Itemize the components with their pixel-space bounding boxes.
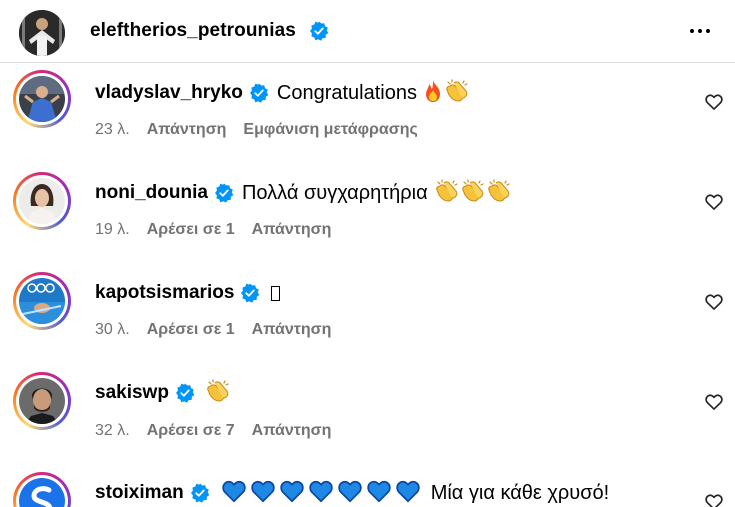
comment-emojis bbox=[271, 285, 281, 301]
clapping-hands-emoji bbox=[487, 178, 512, 208]
comment-item: kapotsismarios 30 λ. Αρέσει σε 1 Απάντησ… bbox=[0, 265, 735, 365]
commenter-username[interactable]: vladyslav_hryko bbox=[95, 82, 243, 104]
comment-body: stoiximan Μία για κάθε χρυσό! bbox=[95, 480, 609, 506]
commenter-username[interactable]: noni_dounia bbox=[95, 182, 208, 204]
likes-count-button[interactable]: Αρέσει σε 1 bbox=[147, 321, 235, 339]
missing-glyph-box bbox=[271, 285, 281, 301]
clapping-hands-emoji bbox=[206, 378, 231, 408]
fire-emoji bbox=[422, 79, 444, 108]
commenter-avatar[interactable] bbox=[13, 172, 71, 230]
blue-heart-emoji bbox=[395, 479, 421, 507]
reply-button[interactable]: Απάντηση bbox=[147, 121, 227, 139]
likes-count-button[interactable]: Αρέσει σε 1 bbox=[147, 221, 235, 239]
heart-outline-icon[interactable] bbox=[704, 392, 724, 412]
heart-outline-icon[interactable] bbox=[704, 92, 724, 112]
more-options-icon[interactable] bbox=[680, 18, 720, 44]
comment-emojis bbox=[206, 378, 231, 408]
commenter-avatar[interactable] bbox=[13, 272, 71, 330]
clapping-hands-emoji bbox=[461, 178, 486, 208]
commenter-avatar[interactable] bbox=[13, 472, 71, 507]
commenter-avatar[interactable] bbox=[13, 70, 71, 128]
heart-outline-icon[interactable] bbox=[704, 192, 724, 212]
comment-time: 32 λ. bbox=[95, 422, 130, 439]
comment-item: vladyslav_hryko Congratulations 23 λ. Απ… bbox=[0, 65, 735, 165]
author-username[interactable]: eleftherios_petrounias bbox=[90, 20, 296, 42]
commenter-username[interactable]: sakiswp bbox=[95, 382, 169, 404]
comment-text: Μία για κάθε χρυσό! bbox=[430, 481, 610, 504]
heart-outline-icon[interactable] bbox=[704, 492, 724, 507]
post-header: eleftherios_petrounias bbox=[0, 0, 735, 63]
commenter-username[interactable]: stoiximan bbox=[95, 482, 184, 504]
verified-badge-icon bbox=[190, 483, 210, 503]
comment-meta: 30 λ. Αρέσει σε 1 Απάντηση bbox=[95, 320, 348, 340]
blue-heart-emoji bbox=[279, 479, 305, 507]
blue-heart-emoji bbox=[366, 479, 392, 507]
verified-badge-icon bbox=[249, 83, 269, 103]
comment-meta: 19 λ. Αρέσει σε 1 Απάντηση bbox=[95, 220, 348, 240]
comment-body: noni_dounia Πολλά συγχαρητήρια bbox=[95, 178, 512, 208]
comment-time: 19 λ. bbox=[95, 221, 130, 238]
blue-heart-emoji bbox=[221, 479, 247, 507]
comments-panel: eleftherios_petrounias vladyslav_hryko C… bbox=[0, 0, 735, 507]
comment-time: 30 λ. bbox=[95, 321, 130, 338]
author-avatar[interactable] bbox=[19, 10, 65, 56]
comment-meta: 23 λ. Απάντηση Εμφάνιση μετάφρασης bbox=[95, 120, 435, 140]
comment-item: stoiximan Μία για κάθε χρυσό! bbox=[0, 465, 735, 507]
commenter-avatar[interactable] bbox=[13, 372, 71, 430]
clapping-hands-emoji bbox=[435, 178, 460, 208]
reply-button[interactable]: Απάντηση bbox=[252, 221, 332, 239]
see-translation-button[interactable]: Εμφάνιση μετάφρασης bbox=[243, 121, 417, 139]
comment-item: noni_dounia Πολλά συγχαρητήρια 19 λ. Αρέ… bbox=[0, 165, 735, 265]
comment-item: sakiswp 32 λ. Αρέσει σε 7 Απάντηση bbox=[0, 365, 735, 465]
verified-badge-icon bbox=[309, 21, 329, 46]
comment-emojis bbox=[221, 479, 421, 507]
verified-badge-icon bbox=[175, 383, 195, 403]
likes-count-button[interactable]: Αρέσει σε 7 bbox=[147, 422, 235, 440]
comment-time: 23 λ. bbox=[95, 121, 130, 138]
blue-heart-emoji bbox=[308, 479, 334, 507]
comment-body: kapotsismarios bbox=[95, 280, 281, 306]
commenter-username[interactable]: kapotsismarios bbox=[95, 282, 234, 304]
comment-body: sakiswp bbox=[95, 378, 231, 408]
comment-meta: 32 λ. Αρέσει σε 7 Απάντηση bbox=[95, 421, 348, 441]
verified-badge-icon bbox=[214, 183, 234, 203]
comment-text: Πολλά συγχαρητήρια bbox=[241, 181, 428, 204]
reply-button[interactable]: Απάντηση bbox=[252, 321, 332, 339]
comment-emojis bbox=[435, 178, 512, 208]
blue-heart-emoji bbox=[250, 479, 276, 507]
comment-emojis bbox=[422, 78, 470, 108]
heart-outline-icon[interactable] bbox=[704, 292, 724, 312]
verified-badge-icon bbox=[240, 283, 260, 303]
blue-heart-emoji bbox=[337, 479, 363, 507]
comment-body: vladyslav_hryko Congratulations bbox=[95, 78, 470, 108]
reply-button[interactable]: Απάντηση bbox=[252, 422, 332, 440]
clapping-hands-emoji bbox=[445, 78, 470, 108]
comment-text: Congratulations bbox=[276, 81, 417, 104]
